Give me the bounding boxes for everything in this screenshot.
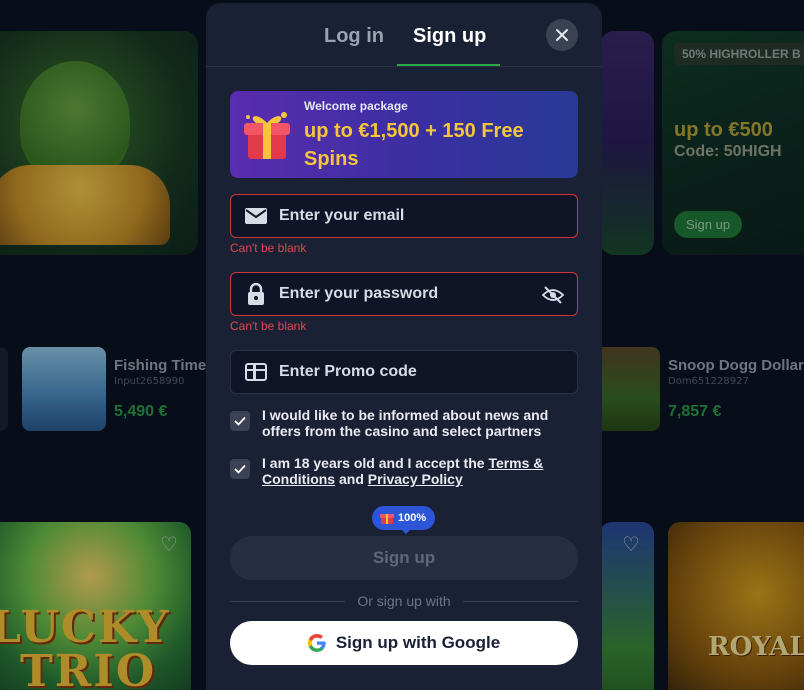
news-consent-text: I would like to be informed about news a…	[262, 407, 549, 439]
eye-off-icon[interactable]	[541, 283, 565, 307]
google-button-label: Sign up with Google	[335, 633, 501, 652]
email-error: Can't be blank	[230, 241, 307, 255]
age-consent: I am 18 years old and I accept the Terms…	[230, 455, 578, 487]
email-field[interactable]	[230, 194, 578, 238]
news-checkbox[interactable]	[230, 411, 250, 431]
bonus-badge: 100%	[372, 506, 435, 530]
email-input[interactable]	[279, 207, 529, 225]
age-consent-text: I am 18 years old and I accept the Terms…	[262, 455, 578, 487]
lock-icon	[245, 283, 267, 305]
badge-pointer	[400, 528, 412, 534]
close-icon	[556, 29, 568, 41]
age-checkbox[interactable]	[230, 459, 250, 479]
password-field[interactable]	[230, 272, 578, 316]
ticket-icon	[245, 361, 267, 383]
password-input[interactable]	[279, 285, 529, 303]
age-consent-and: and	[335, 471, 368, 487]
google-signup-button[interactable]: Sign up with Google	[230, 621, 578, 665]
check-icon	[234, 464, 246, 474]
welcome-package-banner: Welcome package up to €1,500 + 150 Free …	[230, 91, 578, 178]
close-button[interactable]	[546, 19, 578, 51]
tab-signup[interactable]: Sign up	[413, 25, 486, 48]
bonus-percent: 100%	[398, 512, 427, 524]
auth-modal: Log in Sign up Welcome package up to €1,…	[206, 3, 602, 690]
promo-title: up to €1,500 + 150 Free Spins	[304, 120, 524, 170]
promo-code-field[interactable]	[230, 350, 578, 394]
or-divider: Or sign up with	[230, 591, 578, 611]
auth-tabs: Log in Sign up	[206, 3, 602, 67]
active-tab-indicator	[397, 64, 500, 66]
gift-icon	[380, 514, 394, 524]
age-consent-pre: I am 18 years old and I accept the	[262, 455, 489, 471]
divider-text: Or sign up with	[357, 593, 451, 609]
privacy-link[interactable]: Privacy Policy	[368, 471, 463, 487]
divider-line	[230, 600, 346, 602]
tab-login[interactable]: Log in	[324, 25, 384, 48]
google-icon	[307, 634, 326, 652]
promo-code-input[interactable]	[279, 363, 529, 381]
gift-icon	[244, 112, 290, 159]
check-icon	[234, 416, 246, 426]
password-error: Can't be blank	[230, 319, 307, 333]
divider-line	[462, 600, 578, 602]
signup-submit-button[interactable]: Sign up	[230, 536, 578, 580]
news-consent: I would like to be informed about news a…	[230, 407, 578, 439]
promo-subtitle: Welcome package	[304, 99, 408, 113]
mail-icon	[245, 205, 267, 227]
